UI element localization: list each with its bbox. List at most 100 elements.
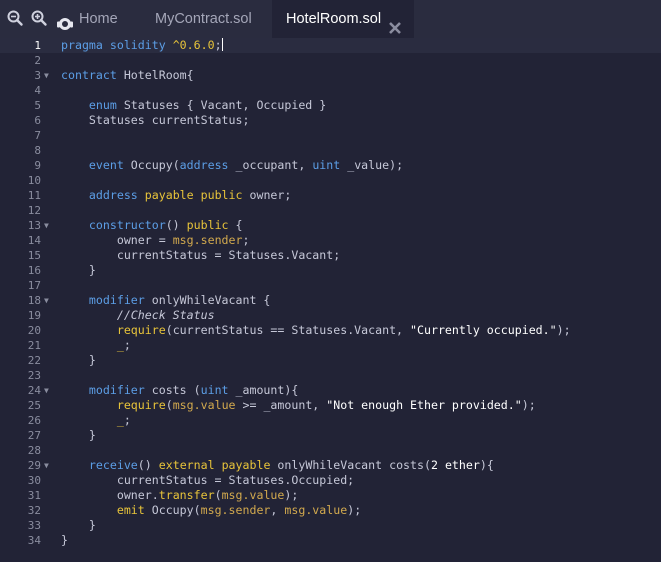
code-token: _amount){ [228, 383, 299, 397]
code-line[interactable]: 4 [0, 83, 661, 98]
fold-toggle-icon[interactable]: ▼ [44, 293, 49, 308]
code-token: _ [116, 413, 124, 427]
code-line[interactable]: 32 emit Occupy(msg.sender, msg.value); [0, 503, 661, 518]
code-token: } [61, 533, 68, 547]
code-token: Statuses currentStatus; [61, 113, 250, 127]
code-text: _; [61, 413, 131, 428]
code-line[interactable]: 34} [0, 533, 661, 548]
code-text: Statuses currentStatus; [61, 113, 250, 128]
code-line[interactable]: 25 require(msg.value >= _amount, "Not en… [0, 398, 661, 413]
code-line[interactable]: 19 //Check Status [0, 308, 661, 323]
line-number: 33 [27, 519, 41, 532]
code-line[interactable]: 5 enum Statuses { Vacant, Occupied } [0, 98, 661, 113]
code-line[interactable]: 16 } [0, 263, 661, 278]
code-text: enum Statuses { Vacant, Occupied } [61, 98, 326, 113]
close-icon[interactable] [388, 12, 402, 34]
code-line[interactable]: 31 owner.transfer(msg.value); [0, 488, 661, 503]
code-line[interactable]: 8 [0, 143, 661, 158]
code-line[interactable]: 27 } [0, 428, 661, 443]
line-number: 28 [27, 444, 41, 457]
code-line[interactable]: 20 require(currentStatus == Statuses.Vac… [0, 323, 661, 338]
code-line[interactable]: 23 [0, 368, 661, 383]
code-line[interactable]: 13 ▼ constructor() public { [0, 218, 661, 233]
code-line[interactable]: 28 [0, 443, 661, 458]
code-line[interactable]: 18 ▼ modifier onlyWhileVacant { [0, 293, 661, 308]
code-token: "Not enough Ether provided." [326, 398, 522, 412]
code-line[interactable]: 2 [0, 53, 661, 68]
line-number: 7 [34, 129, 41, 142]
code-text: } [61, 518, 96, 533]
line-number: 4 [34, 84, 41, 97]
code-line[interactable]: 6 Statuses currentStatus; [0, 113, 661, 128]
code-token: HotelRoom{ [116, 68, 194, 82]
line-number: 31 [27, 489, 41, 502]
code-line[interactable]: 1 pragma solidity ^0.6.0; [0, 38, 661, 53]
code-token: onlyWhileVacant costs( [270, 458, 431, 472]
code-token: address [179, 158, 229, 172]
code-token: () [137, 458, 159, 472]
code-token: } [61, 428, 96, 442]
home-icon [56, 10, 74, 30]
code-token: enum [88, 98, 117, 112]
line-number: 10 [27, 174, 41, 187]
code-line[interactable]: 29 ▼ receive() external payable onlyWhile… [0, 458, 661, 473]
code-token: msg.value [221, 488, 285, 502]
code-text: } [61, 263, 96, 278]
code-line[interactable]: 24 ▼ modifier costs (uint _amount){ [0, 383, 661, 398]
code-token: ( [165, 398, 173, 412]
line-number: 14 [27, 234, 41, 247]
code-line[interactable]: 21 _; [0, 338, 661, 353]
code-token: currentStatus = Statuses.Vacant; [61, 248, 341, 262]
code-text: owner = msg.sender; [61, 233, 250, 248]
code-line[interactable]: 15 currentStatus = Statuses.Vacant; [0, 248, 661, 263]
code-line[interactable]: 33 } [0, 518, 661, 533]
code-line[interactable]: 10 [0, 173, 661, 188]
tab-hotelroom[interactable]: HotelRoom.sol [272, 0, 414, 38]
code-line[interactable]: 11 address payable public owner; [0, 188, 661, 203]
code-line[interactable]: 30 currentStatus = Statuses.Occupied; [0, 473, 661, 488]
code-token: require [116, 323, 166, 337]
code-text: pragma solidity ^0.6.0; [61, 38, 223, 53]
fold-toggle-icon[interactable]: ▼ [44, 68, 49, 83]
code-text: currentStatus = Statuses.Occupied; [61, 473, 354, 488]
tab-label: Home [79, 11, 118, 27]
code-text: //Check Status [61, 308, 215, 323]
line-number: 11 [27, 189, 41, 202]
code-token: (currentStatus == Statuses.Vacant, [165, 323, 411, 337]
code-line[interactable]: 14 owner = msg.sender; [0, 233, 661, 248]
code-line[interactable]: 3 ▼ contract HotelRoom{ [0, 68, 661, 83]
code-line[interactable]: 17 [0, 278, 661, 293]
code-token: _value); [340, 158, 404, 172]
code-line[interactable]: 12 [0, 203, 661, 218]
code-line[interactable]: 9 event Occupy(address _occupant, uint _… [0, 158, 661, 173]
code-text: require(currentStatus == Statuses.Vacant… [61, 323, 571, 338]
code-token: , [270, 503, 285, 517]
code-text: emit Occupy(msg.sender, msg.value); [61, 503, 361, 518]
code-text: constructor() public { [61, 218, 243, 233]
fold-toggle-icon[interactable]: ▼ [44, 458, 49, 473]
line-number: 17 [27, 279, 41, 292]
code-token: onlyWhileVacant { [144, 293, 271, 307]
line-number: 9 [34, 159, 41, 172]
line-number: 26 [27, 414, 41, 427]
zoom-out-icon[interactable] [6, 9, 24, 27]
fold-toggle-icon[interactable]: ▼ [44, 218, 49, 233]
fold-toggle-icon[interactable]: ▼ [44, 383, 49, 398]
code-token: payable public [144, 188, 243, 202]
code-token: pragma solidity [61, 38, 173, 52]
code-editor[interactable]: 1 pragma solidity ^0.6.0; 2 3 ▼ contract Hote… [0, 38, 661, 562]
code-line[interactable]: 22 } [0, 353, 661, 368]
line-number: 16 [27, 264, 41, 277]
code-line[interactable]: 7 [0, 128, 661, 143]
tab-mycontract[interactable]: MyContract.sol [155, 0, 265, 38]
code-text: receive() external payable onlyWhileVaca… [61, 458, 494, 473]
code-token: { [228, 218, 243, 232]
tab-home[interactable]: Home [56, 0, 126, 38]
zoom-in-icon[interactable] [30, 9, 48, 27]
code-line[interactable]: 26 _; [0, 413, 661, 428]
